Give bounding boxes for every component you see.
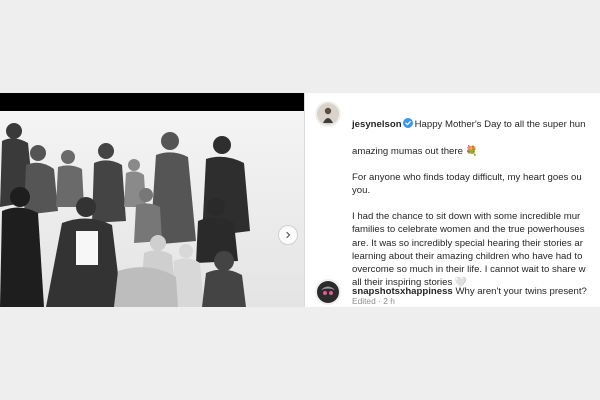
instagram-post: jesynelson Happy Mother's Day to all the …	[0, 93, 600, 307]
reply-body: Why aren't your twins present?	[455, 286, 587, 297]
caption-paragraph-3: I had the chance to sit down with some i…	[352, 211, 586, 289]
carousel-next-button[interactable]	[278, 225, 298, 245]
avatar[interactable]	[315, 279, 341, 305]
media-letterbox	[0, 93, 304, 111]
caption-line-2: amazing mumas out there 💐	[352, 145, 478, 157]
comments-panel: jesynelson Happy Mother's Day to all the …	[305, 93, 600, 307]
reply-text: snapshotsxhappiness Why aren't your twin…	[352, 285, 600, 298]
caption-line-1: Happy Mother's Day to all the super hun	[414, 119, 586, 131]
avatar[interactable]	[315, 101, 341, 127]
group-photo[interactable]	[0, 111, 304, 307]
caption-text: jesynelson Happy Mother's Day to all the …	[352, 105, 600, 307]
username-link[interactable]: jesynelson	[352, 119, 402, 130]
chevron-right-icon	[286, 231, 291, 239]
verified-badge-icon	[402, 118, 413, 129]
reply-username-link[interactable]: snapshotsxhappiness	[352, 286, 453, 297]
post-media[interactable]	[0, 93, 304, 307]
caption-paragraph-2: For anyone who finds today difficult, my…	[352, 171, 582, 197]
